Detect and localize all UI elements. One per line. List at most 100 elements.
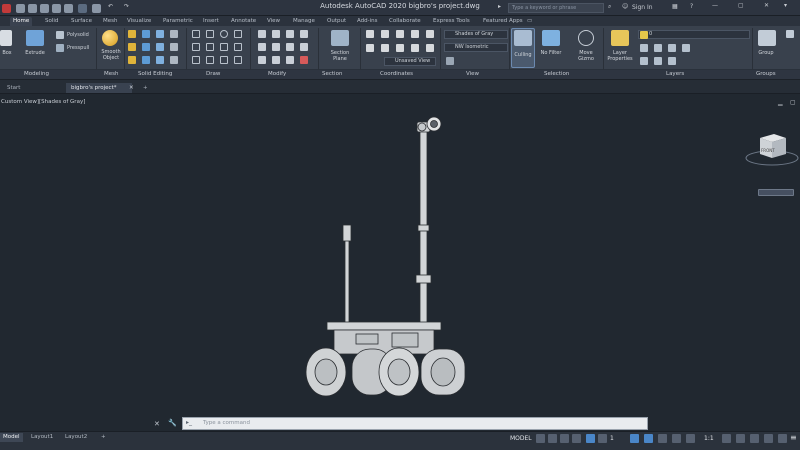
tab-add-ins[interactable]: Add-ins — [354, 17, 381, 26]
intersect-icon[interactable] — [128, 56, 136, 64]
circle-icon[interactable] — [220, 30, 228, 38]
extract-edges-icon[interactable] — [156, 30, 164, 38]
tab-featured-apps[interactable]: Featured Apps — [480, 17, 526, 26]
taper-faces-icon[interactable] — [170, 56, 178, 64]
search-input[interactable]: Type a keyword or phrase — [508, 3, 604, 13]
isolate-objects-icon[interactable] — [764, 434, 773, 443]
offset-edges-icon[interactable] — [170, 43, 178, 51]
tab-express-tools[interactable]: Express Tools — [430, 17, 473, 26]
stretch-icon[interactable] — [258, 56, 266, 64]
separate-icon[interactable] — [170, 30, 178, 38]
ellipse-icon[interactable] — [220, 43, 228, 51]
tab-collaborate[interactable]: Collaborate — [386, 17, 424, 26]
move-gizmo-button[interactable]: Move Gizmo — [572, 50, 600, 62]
presspull-button[interactable]: Presspull — [67, 45, 89, 51]
ucs-origin-icon[interactable] — [381, 44, 389, 52]
snap-icon[interactable] — [548, 434, 557, 443]
tab-start[interactable]: Start — [2, 83, 25, 93]
thicken-icon[interactable] — [142, 56, 150, 64]
group-button[interactable]: Group — [752, 50, 780, 56]
interfere-icon[interactable] — [142, 43, 150, 51]
customization-menu-icon[interactable]: ≡ — [790, 433, 797, 442]
sign-in-link[interactable]: Sign In — [632, 4, 653, 11]
ribbon-minimize-icon[interactable]: ▭ — [524, 17, 535, 26]
union-icon[interactable] — [128, 30, 136, 38]
view-manager-icon[interactable] — [446, 57, 454, 65]
object-snap-icon[interactable] — [644, 434, 653, 443]
ribbon-options-icon[interactable]: ▾ — [784, 2, 787, 9]
box-button[interactable]: Box — [0, 50, 14, 56]
visual-style-dropdown[interactable]: Shades of Gray — [444, 30, 508, 39]
autodesk-app-icon[interactable]: ▦ — [672, 3, 678, 10]
tab-solid[interactable]: Solid — [42, 17, 61, 26]
panel-label-solid-editing[interactable]: Solid Editing — [138, 71, 172, 77]
rectangle-icon[interactable] — [192, 43, 200, 51]
array-icon[interactable] — [286, 56, 294, 64]
ucs-world-icon[interactable] — [381, 30, 389, 38]
ucs-dropdown[interactable]: Unsaved View — [384, 57, 436, 66]
units-icon[interactable] — [750, 434, 759, 443]
panel-label-view[interactable]: View — [466, 71, 479, 77]
command-close-icon[interactable]: ✕ — [154, 420, 160, 428]
layer-iso-icon[interactable] — [640, 44, 648, 52]
move-icon[interactable] — [258, 30, 266, 38]
polyline-icon[interactable] — [206, 30, 214, 38]
tab-surface[interactable]: Surface — [68, 17, 95, 26]
minimize-button[interactable]: — — [712, 2, 718, 9]
tab-view[interactable]: View — [264, 17, 283, 26]
fillet-icon[interactable] — [286, 43, 294, 51]
layer-dropdown[interactable]: 0 — [638, 30, 750, 39]
maximize-button[interactable]: ▢ — [738, 2, 744, 9]
explode-icon[interactable] — [300, 43, 308, 51]
extrude-button[interactable]: Extrude — [20, 50, 50, 56]
command-input[interactable]: Type a command — [182, 417, 648, 430]
section-plane-button[interactable]: Section Plane — [324, 50, 356, 62]
polygon-icon[interactable] — [206, 43, 214, 51]
align-icon[interactable] — [300, 30, 308, 38]
spline-icon[interactable] — [192, 56, 200, 64]
copy-icon[interactable] — [258, 43, 266, 51]
tab-home[interactable]: Home — [10, 17, 33, 26]
match-layer-icon[interactable] — [654, 57, 662, 65]
erase-icon[interactable] — [300, 56, 308, 64]
ucs-previous-icon[interactable] — [396, 30, 404, 38]
ucs-view-icon[interactable] — [366, 44, 374, 52]
section-plane-icon[interactable] — [331, 30, 349, 46]
arc-icon[interactable] — [234, 30, 242, 38]
shell-icon[interactable] — [156, 56, 164, 64]
annotation-visibility-icon[interactable] — [686, 434, 695, 443]
tab-insert[interactable]: Insert — [200, 17, 222, 26]
layout-tab-layout2[interactable]: Layout2 — [62, 433, 90, 442]
dynamic-input-icon[interactable] — [572, 434, 581, 443]
smooth-object-icon[interactable] — [102, 30, 118, 46]
make-current-icon[interactable] — [640, 57, 648, 65]
mirror-icon[interactable] — [272, 43, 280, 51]
ucs-x-icon[interactable] — [426, 44, 434, 52]
boundary-icon[interactable] — [234, 56, 242, 64]
tab-annotate[interactable]: Annotate — [228, 17, 259, 26]
rotate-icon[interactable] — [272, 30, 280, 38]
model-space-toggle[interactable]: MODEL — [510, 435, 532, 442]
helix-icon[interactable] — [220, 56, 228, 64]
ortho-icon[interactable] — [586, 434, 595, 443]
panel-label-mesh[interactable]: Mesh — [104, 71, 118, 77]
search-dropdown-icon[interactable]: ▸ — [498, 3, 501, 10]
lineweight-icon[interactable] — [658, 434, 667, 443]
scale-icon[interactable] — [272, 56, 280, 64]
panel-label-layers[interactable]: Layers — [666, 71, 684, 77]
fullscreen-icon[interactable] — [778, 434, 787, 443]
close-button[interactable]: ✕ — [764, 2, 769, 9]
trim-icon[interactable] — [286, 30, 294, 38]
tab-mesh[interactable]: Mesh — [100, 17, 120, 26]
transparency-icon[interactable] — [672, 434, 681, 443]
tab-parametric[interactable]: Parametric — [160, 17, 196, 26]
annotation-monitor-icon[interactable] — [736, 434, 745, 443]
move-gizmo-icon[interactable] — [578, 30, 594, 46]
isodraft-value[interactable]: 1 — [610, 435, 614, 442]
layout-tab-model[interactable]: Model — [0, 433, 23, 442]
ucs-object-icon[interactable] — [426, 30, 434, 38]
slice-icon[interactable] — [142, 30, 150, 38]
panel-label-groups[interactable]: Groups — [756, 71, 776, 77]
layer-walk-icon[interactable] — [668, 57, 676, 65]
group-icon[interactable] — [758, 30, 776, 46]
